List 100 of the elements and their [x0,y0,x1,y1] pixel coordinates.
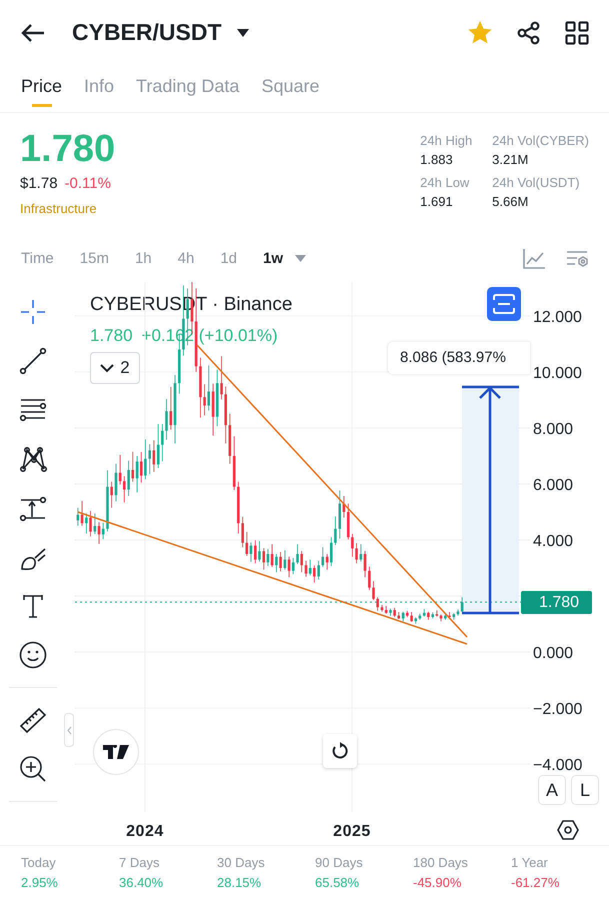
indicator-toggle[interactable]: 2 [90,352,140,384]
candlestick [360,544,362,562]
share-button[interactable] [517,20,541,44]
candlestick [170,386,172,430]
settings-icon[interactable] [557,819,579,841]
pair-title[interactable]: CYBER/USDT [72,19,222,46]
candlestick [246,531,248,556]
candlestick [140,452,143,483]
tab[interactable]: Trading Data [136,65,240,109]
candlestick [114,463,118,502]
tab[interactable]: Square [261,65,320,109]
lines-tool[interactable] [18,396,46,424]
candlestick [118,454,122,485]
candlestick [165,398,168,440]
collapse-handle[interactable] [64,713,74,747]
stat-label: 24h Vol(CYBER) [492,133,589,149]
grid-menu-button[interactable] [565,20,589,44]
stat-value: 1.883 [420,152,454,168]
tab[interactable]: Price [21,65,62,109]
scale-button[interactable]: L [571,775,599,805]
interval-tab[interactable]: Time [21,250,54,267]
fullscreen-button[interactable] [487,287,521,321]
candlestick [275,554,278,573]
last-price: 1.780 [20,127,116,171]
candlestick [241,516,244,548]
candlestick [148,444,152,475]
candlestick [152,440,156,472]
candlestick [321,546,324,568]
candlestick [89,510,92,537]
chevron-left-icon [66,726,72,734]
candlestick [131,451,134,482]
candlestick [98,522,100,544]
candlestick [270,544,274,568]
candlestick [326,554,328,570]
period-label: 7 Days [119,855,160,870]
candlestick [85,513,88,534]
candlestick [76,507,80,526]
pattern-tool[interactable] [18,445,46,473]
candlestick [300,550,303,573]
candlestick [250,542,252,562]
stat-label: 24h Vol(USDT) [492,175,581,191]
interval-tab[interactable]: 15m [80,250,109,267]
period-change: 28.15% [217,875,262,890]
candlestick [220,356,223,400]
lines-icon [18,396,46,424]
chart-last-price: 1.780 [90,326,133,346]
candlestick [313,565,316,583]
candlestick [460,596,464,613]
ruler-tool[interactable] [18,706,46,734]
tab[interactable]: Info [84,65,114,109]
period-change: 36.40% [119,875,164,890]
candlestick [376,596,379,612]
candlestick [410,612,413,622]
fiat-price: $1.78 [20,175,58,192]
zoom-tool[interactable] [18,755,46,783]
stat-value: 1.691 [420,194,454,210]
candlestick [102,522,104,540]
grid-icon [565,20,589,44]
emoji-tool[interactable] [18,641,46,669]
price-change: -0.11% [64,175,111,192]
candlestick [330,536,333,566]
candlestick [393,607,396,618]
candlestick [161,424,164,462]
logo-badge[interactable] [93,729,139,775]
axis-label: 10.000 [533,364,582,382]
candlestick [110,481,113,508]
period-change: 65.58% [315,875,360,890]
crosshair-tool[interactable] [18,298,46,326]
chart-settings-icon[interactable] [567,248,589,268]
interval-tab[interactable]: 1h [134,250,152,267]
stat-label: 24h Low [420,175,470,191]
zoom-icon [18,755,46,783]
ruler-icon [18,706,46,734]
candlestick [144,439,147,480]
reset-button[interactable] [323,734,357,768]
category-tag[interactable]: Infrastructure [20,201,97,216]
stat-label: 24h High [420,133,474,149]
period-change: -61.27% [511,875,560,890]
share-icon [517,20,541,44]
interval-tab[interactable]: 4h [178,250,194,267]
candlestick [94,512,96,535]
candlestick [288,556,290,578]
interval-tab[interactable]: 1d [220,250,238,267]
indicator-chart-icon[interactable] [523,248,545,268]
interval-tab[interactable]: 1w [263,250,284,267]
axis-label: 4.000 [533,533,574,550]
crosshair-icon [18,298,46,326]
candlestick [372,580,375,600]
axis-label: 12.000 [533,308,582,326]
candlestick [258,540,261,562]
candlestick [279,552,282,572]
axis-label: 8.000 [533,420,574,438]
star-icon [467,20,493,45]
price-tag: 1.780 [521,591,592,614]
caret-down-icon[interactable] [236,28,250,38]
scale-button[interactable]: A [538,775,566,805]
measure-tool[interactable] [18,494,46,522]
period-label: 90 Days [315,855,363,870]
line-tool[interactable] [18,347,46,375]
back-button[interactable] [20,22,46,44]
